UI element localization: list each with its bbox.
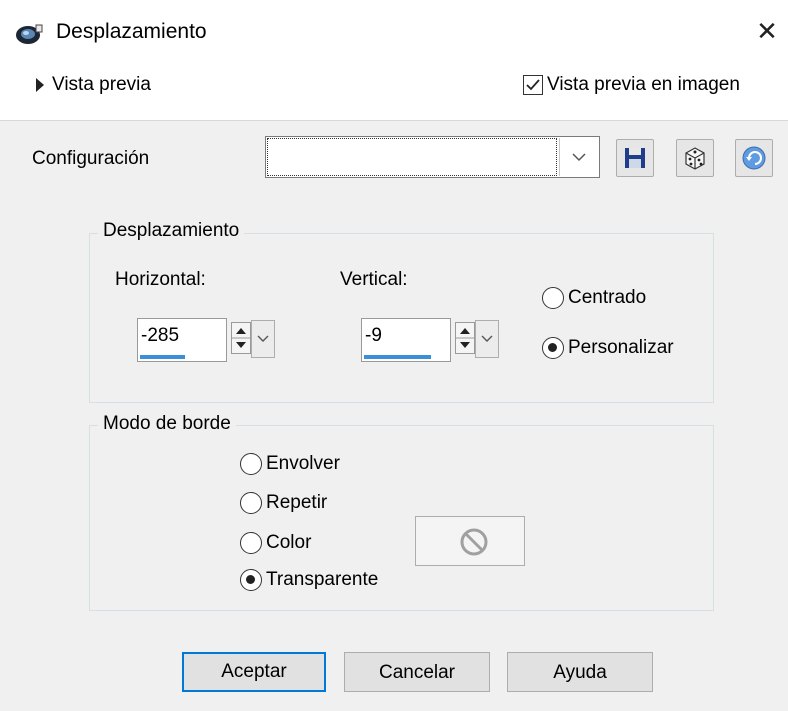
config-input[interactable] xyxy=(267,138,557,176)
displacement-app-icon xyxy=(14,22,44,46)
horizontal-input[interactable]: -285 xyxy=(137,318,227,362)
reset-arrow-icon xyxy=(742,146,766,170)
vertical-input[interactable]: -9 xyxy=(361,318,451,362)
vertical-dropdown[interactable] xyxy=(475,320,499,358)
cancel-button[interactable]: Cancelar xyxy=(344,652,490,692)
horizontal-spinner[interactable]: -285 xyxy=(137,318,277,364)
radio-unselected-icon xyxy=(542,287,564,309)
radio-color[interactable]: Color xyxy=(240,532,311,554)
vertical-spinner[interactable]: -9 xyxy=(361,318,501,364)
radio-centered-label: Centrado xyxy=(568,287,647,308)
horizontal-dropdown[interactable] xyxy=(251,320,275,358)
chevron-down-icon xyxy=(572,153,586,162)
dice-icon xyxy=(685,147,705,170)
up-down-arrows-icon[interactable] xyxy=(455,322,475,354)
radio-selected-icon xyxy=(542,337,564,359)
radio-wrap[interactable]: Envolver xyxy=(240,453,340,475)
radio-unselected-icon xyxy=(240,532,262,554)
radio-unselected-icon xyxy=(240,453,262,475)
radio-centered[interactable]: Centrado xyxy=(542,287,646,309)
border-mode-group xyxy=(89,425,714,611)
vertical-label: Vertical: xyxy=(340,269,408,290)
radio-repeat[interactable]: Repetir xyxy=(240,492,327,514)
horizontal-label: Horizontal: xyxy=(115,269,206,290)
help-button[interactable]: Ayuda xyxy=(507,652,653,692)
radio-color-label: Color xyxy=(266,532,312,553)
radio-custom-label: Personalizar xyxy=(568,337,674,358)
close-icon: ✕ xyxy=(756,16,778,46)
reset-button[interactable] xyxy=(735,139,773,177)
radio-unselected-icon xyxy=(240,492,262,514)
config-combobox[interactable] xyxy=(265,136,600,178)
floppy-save-icon xyxy=(625,148,645,168)
accept-button[interactable]: Aceptar xyxy=(182,652,326,692)
radio-transparent-label: Transparente xyxy=(266,569,379,590)
radio-custom[interactable]: Personalizar xyxy=(542,337,674,359)
randomize-button[interactable] xyxy=(676,139,714,177)
vertical-value: -9 xyxy=(365,325,382,346)
vertical-slider-bar[interactable] xyxy=(364,355,431,359)
radio-repeat-label: Repetir xyxy=(266,492,328,513)
preview-toggle-label: Vista previa xyxy=(52,74,151,95)
checkbox-checked-icon xyxy=(523,75,543,95)
config-label: Configuración xyxy=(32,148,150,169)
horizontal-value: -285 xyxy=(141,325,180,346)
save-preset-button[interactable] xyxy=(616,139,654,177)
image-preview-label: Vista previa en imagen xyxy=(547,74,740,95)
radio-selected-icon xyxy=(240,569,262,591)
chevron-down-icon xyxy=(481,335,493,342)
border-mode-legend: Modo de borde xyxy=(98,413,236,435)
expand-triangle-icon xyxy=(36,78,44,92)
displacement-legend: Desplazamiento xyxy=(98,220,245,242)
chevron-down-icon xyxy=(257,335,269,342)
color-swatch-button[interactable] xyxy=(415,516,525,566)
no-symbol-icon xyxy=(460,528,488,556)
preview-toggle[interactable]: Vista previa xyxy=(36,74,151,96)
window-title: Desplazamiento xyxy=(56,20,207,43)
image-preview-checkbox[interactable]: Vista previa en imagen xyxy=(523,74,740,96)
up-down-arrows-icon[interactable] xyxy=(231,322,251,354)
close-button[interactable]: ✕ xyxy=(752,16,782,46)
horizontal-slider-bar[interactable] xyxy=(140,355,185,359)
radio-transparent[interactable]: Transparente xyxy=(240,569,378,591)
radio-wrap-label: Envolver xyxy=(266,453,340,474)
config-dropdown-button[interactable] xyxy=(559,138,598,176)
